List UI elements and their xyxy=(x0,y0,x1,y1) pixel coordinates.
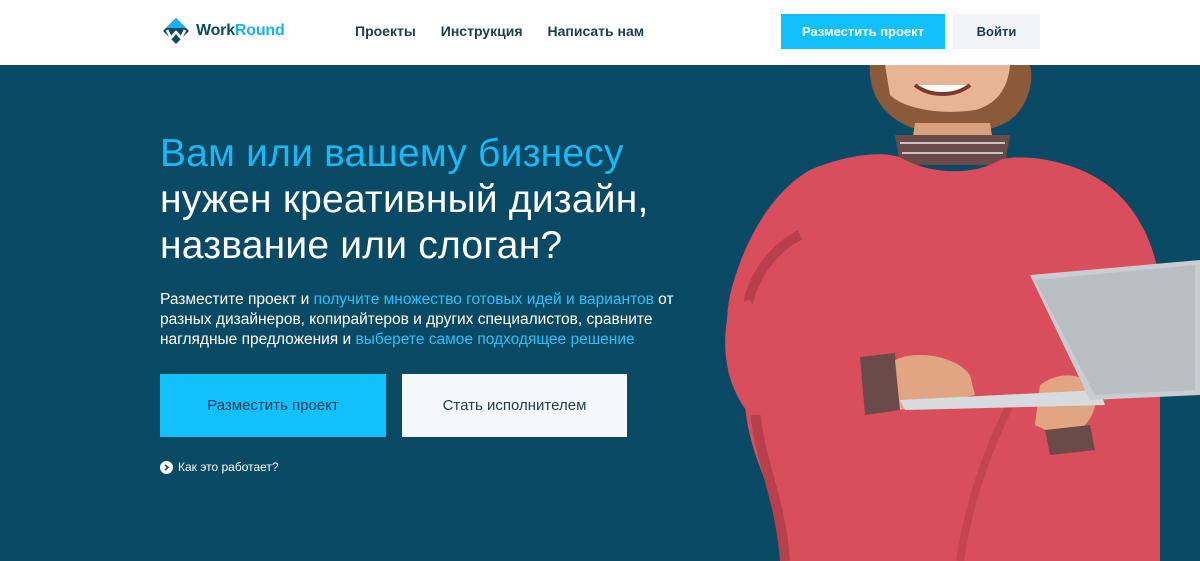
logo[interactable]: WorkRound xyxy=(162,17,285,45)
nav-projects[interactable]: Проекты xyxy=(355,23,416,39)
login-button[interactable]: Войти xyxy=(953,14,1040,49)
hero-person-image xyxy=(725,65,1200,561)
nav-instructions[interactable]: Инструкция xyxy=(441,23,523,39)
logo-text: WorkRound xyxy=(196,22,285,39)
hero-lead: Разместите проект и получите множество г… xyxy=(160,290,680,350)
lead-accent-2: выберете самое подходящее решение xyxy=(355,331,635,348)
how-it-works-label: Как это работает? xyxy=(178,460,279,474)
header-post-project-button[interactable]: Разместить проект xyxy=(781,14,945,49)
how-it-works-link[interactable]: Как это работает? xyxy=(160,460,279,474)
headline-line-3: название или слоган? xyxy=(160,224,563,267)
lead-accent-1: получите множество готовых идей и вариан… xyxy=(313,291,654,308)
nav-contact[interactable]: Написать нам xyxy=(547,23,644,39)
become-freelancer-button[interactable]: Стать исполнителем xyxy=(402,374,627,437)
hero-headline: Вам или вашему бизнесу нужен креативный … xyxy=(160,131,720,269)
headline-line-2: нужен креативный дизайн, xyxy=(160,178,649,221)
headline-accent: Вам или вашему бизнесу xyxy=(160,132,624,175)
hero-post-project-button[interactable]: Разместить проект xyxy=(160,374,386,437)
chevron-right-icon xyxy=(160,460,173,474)
site-header: WorkRound Проекты Инструкция Написать на… xyxy=(0,0,1200,65)
lead-text-1: Разместите проект и xyxy=(160,291,314,308)
main-nav: Проекты Инструкция Написать нам xyxy=(355,23,644,39)
workround-logo-icon xyxy=(163,18,189,44)
hero-section: Вам или вашему бизнесу нужен креативный … xyxy=(0,65,1200,561)
